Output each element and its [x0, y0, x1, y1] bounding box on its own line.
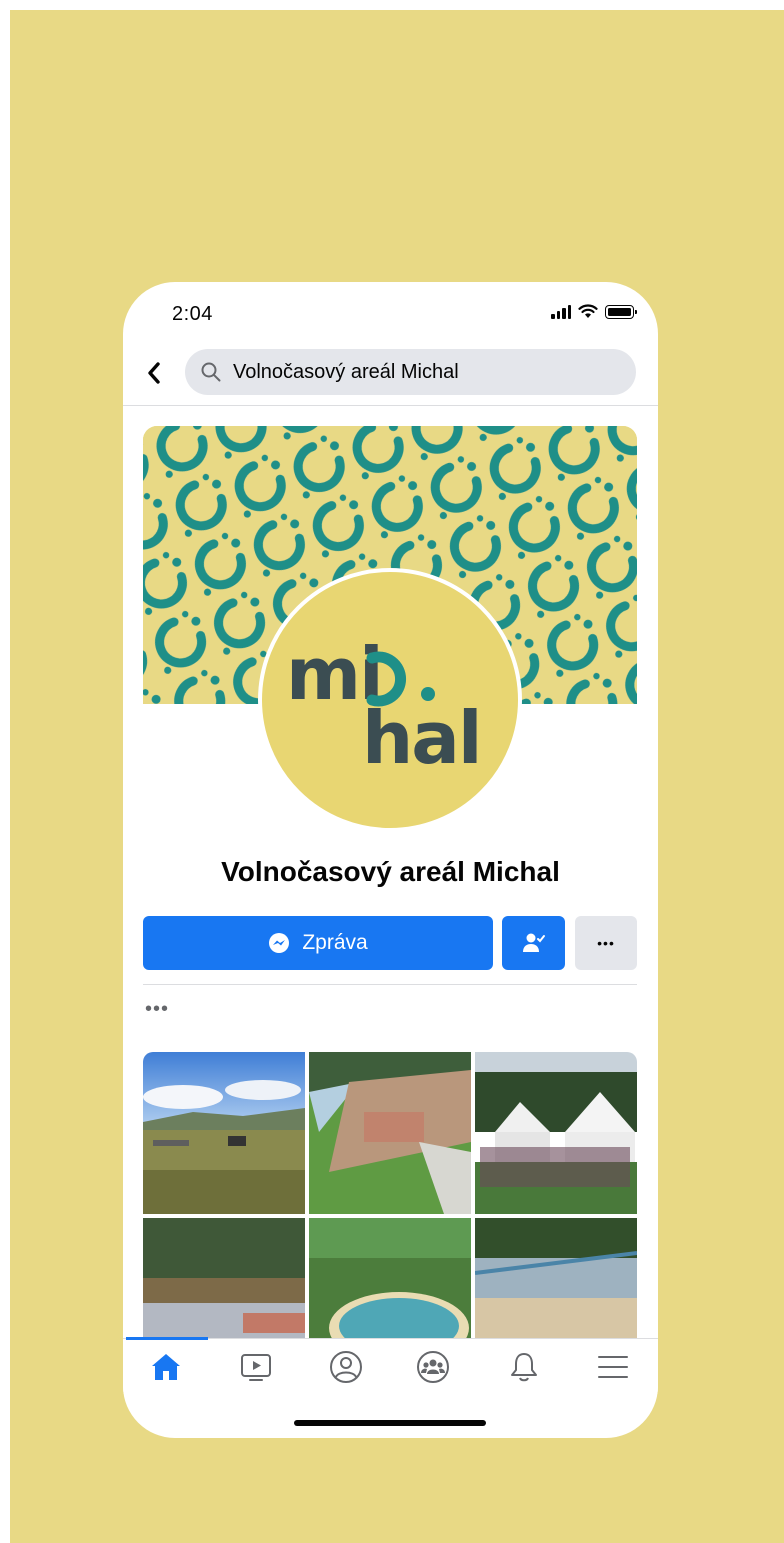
more-options-label: ••• [597, 935, 615, 951]
phone-frame: 2:04 Volnočasový areál Michal mi hal Vol… [123, 282, 658, 1438]
see-more-dots[interactable]: ••• [145, 998, 169, 1021]
wifi-icon [578, 304, 598, 318]
messenger-icon [269, 933, 290, 953]
active-tab-indicator [126, 1337, 208, 1340]
back-button[interactable] [143, 360, 165, 386]
profile-picture[interactable]: mi hal [258, 568, 522, 832]
follow-button[interactable] [502, 916, 565, 970]
tab-profile[interactable] [324, 1347, 368, 1387]
status-time: 2:04 [172, 303, 213, 325]
photo-meadow[interactable] [143, 1052, 305, 1214]
action-buttons: Zpráva ••• [143, 916, 637, 970]
home-icon [152, 1354, 180, 1380]
photo-beach-crowd[interactable] [309, 1052, 471, 1214]
bell-icon [511, 1353, 537, 1382]
tab-watch[interactable] [234, 1347, 278, 1387]
photo-tents-event[interactable] [475, 1052, 637, 1214]
person-check-icon [522, 933, 545, 952]
bottom-tab-bar [123, 1337, 658, 1394]
profile-icon [330, 1351, 362, 1383]
tab-home[interactable] [144, 1347, 188, 1387]
logo-text-bottom: hal [362, 696, 483, 780]
home-indicator [294, 1420, 486, 1426]
tab-menu[interactable] [591, 1347, 635, 1387]
page-title: Volnočasový areál Michal [221, 856, 560, 887]
message-button[interactable]: Zpráva [143, 916, 493, 970]
tab-groups[interactable] [411, 1347, 455, 1387]
chevron-left-icon [148, 362, 160, 384]
photo-lake-shore[interactable] [143, 1218, 305, 1338]
search-icon [201, 362, 221, 382]
battery-icon [605, 304, 637, 319]
more-options-button[interactable]: ••• [575, 916, 637, 970]
status-icons [551, 304, 637, 319]
photo-aerial-lake[interactable] [309, 1218, 471, 1338]
groups-icon [417, 1351, 449, 1383]
video-icon [241, 1354, 271, 1381]
photo-beach-slides[interactable] [475, 1218, 637, 1338]
photo-grid [143, 1052, 637, 1338]
cellular-signal-icon [551, 304, 571, 319]
tab-notifications[interactable] [502, 1347, 546, 1387]
search-query: Volnočasový areál Michal [233, 360, 459, 383]
section-divider [143, 984, 637, 985]
search-header: Volnočasový areál Michal [123, 348, 658, 406]
message-button-label: Zpráva [302, 931, 368, 954]
status-bar: 2:04 [123, 282, 658, 342]
search-bar[interactable]: Volnočasový areál Michal [185, 349, 636, 395]
menu-icon [598, 1356, 628, 1378]
